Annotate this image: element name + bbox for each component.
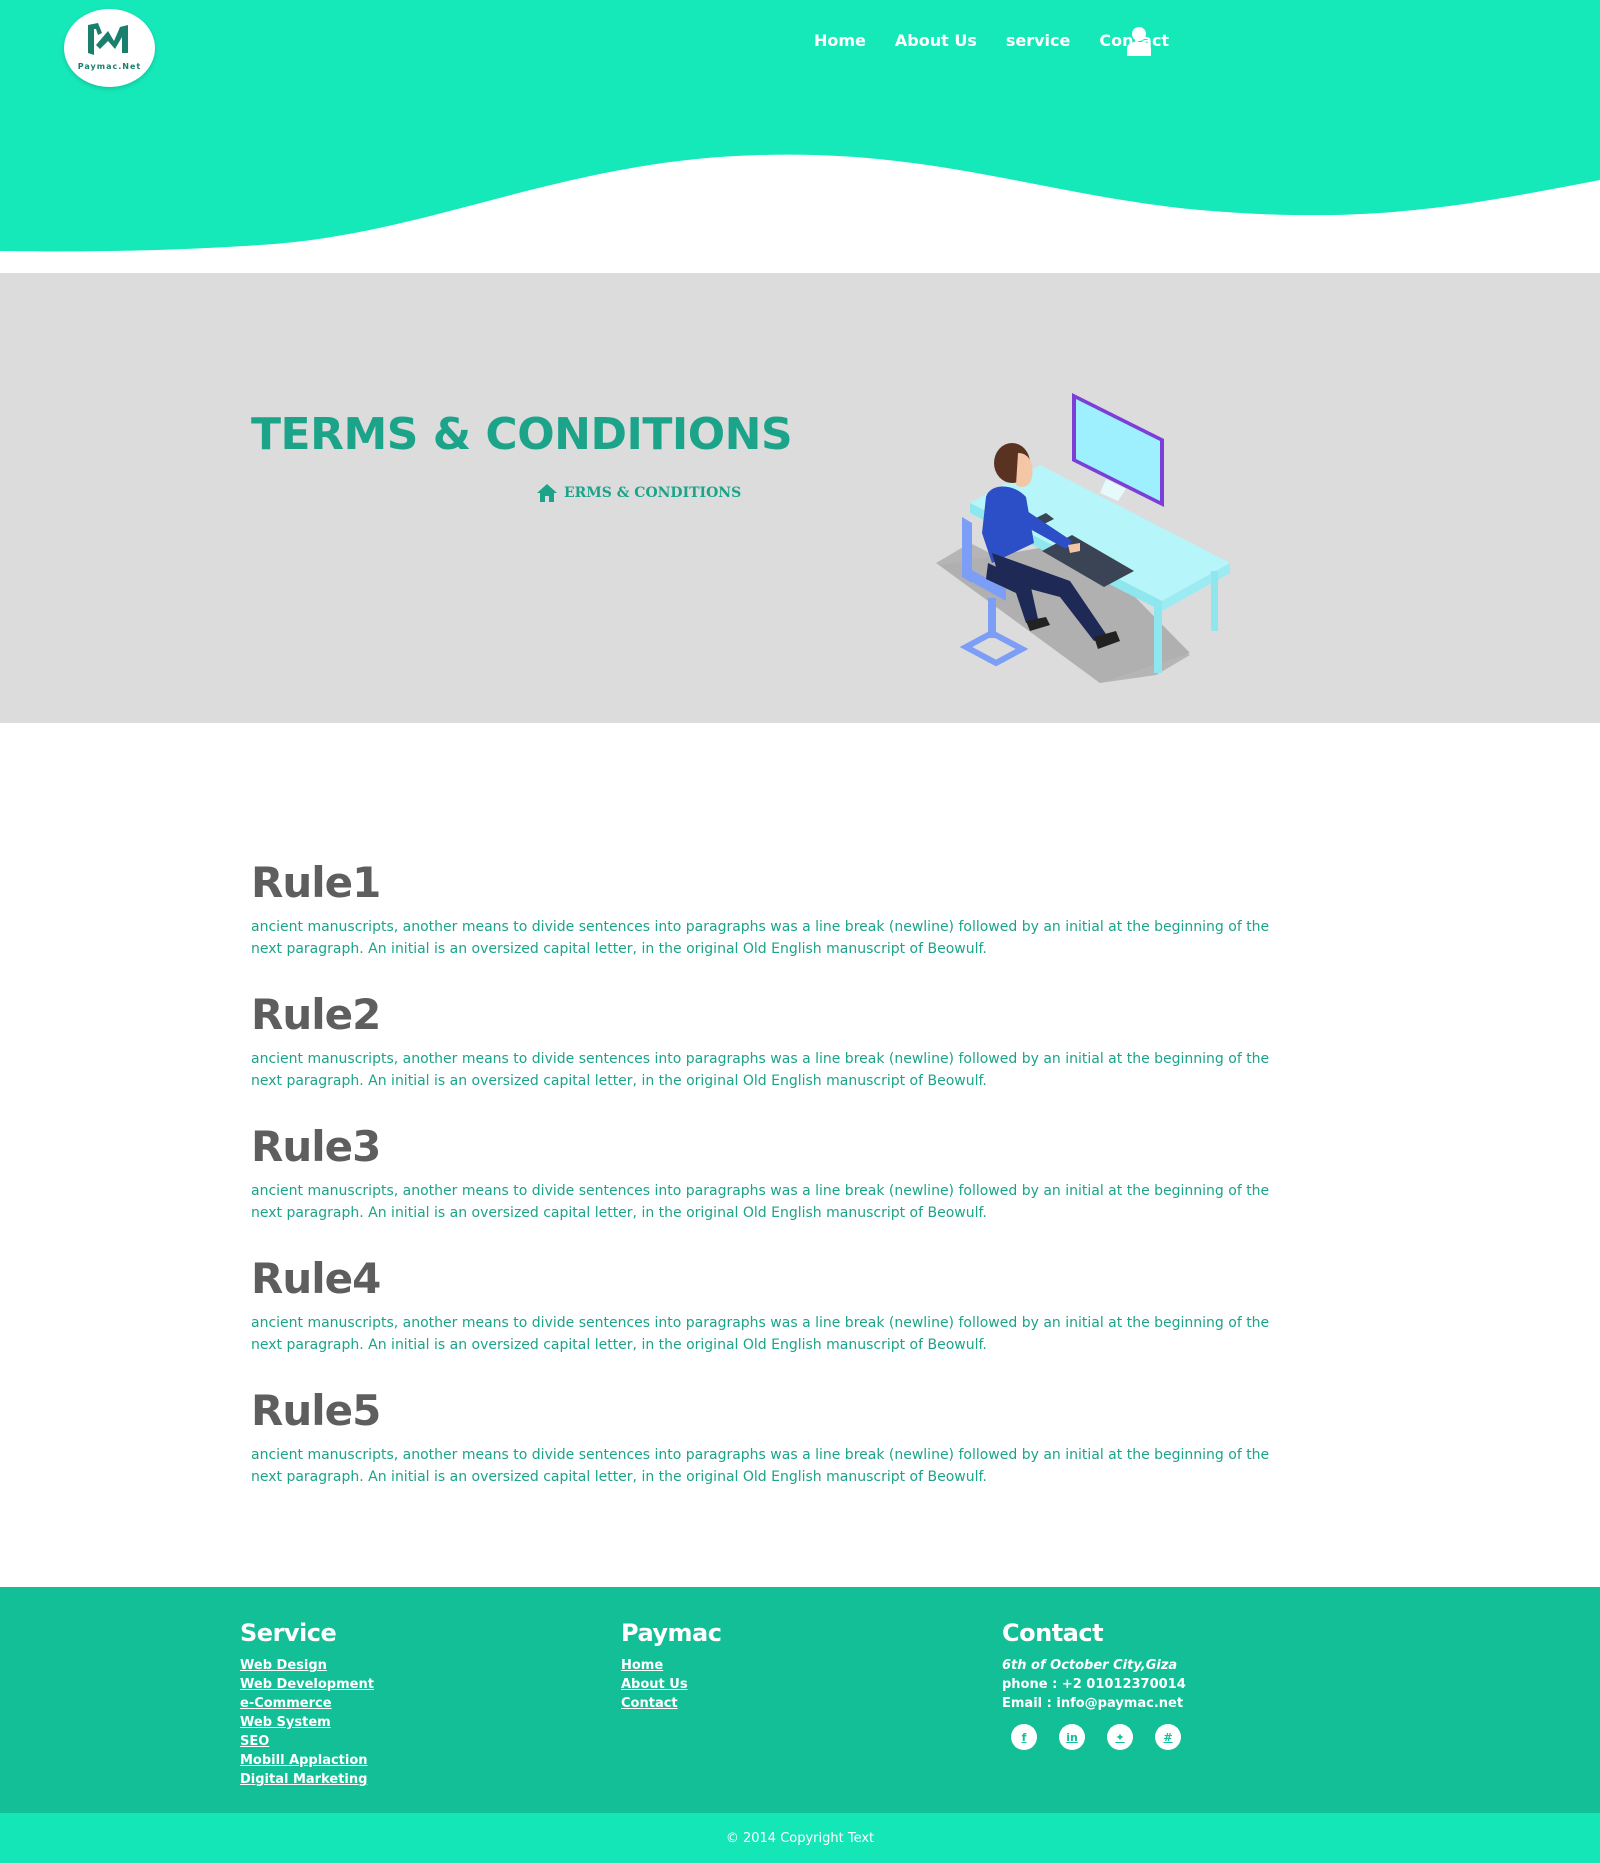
nav-about-us[interactable]: About Us — [895, 31, 977, 50]
rule-title: Rule5 — [251, 1386, 381, 1435]
home-icon[interactable] — [536, 483, 558, 503]
page-banner: TERMS & CONDITIONS ERMS & CONDITIONS — [0, 273, 1600, 723]
footer-link-seo[interactable]: SEO — [240, 1732, 374, 1751]
rule-title: Rule4 — [251, 1254, 381, 1303]
copyright-bar: © 2014 Copyright Text — [0, 1813, 1600, 1863]
rule-text: ancient manuscripts, another means to di… — [251, 1051, 1270, 1089]
facebook-icon[interactable]: f — [1011, 1724, 1037, 1750]
page-title: TERMS & CONDITIONS — [251, 409, 793, 460]
rule-text: ancient manuscripts, another means to di… — [251, 1447, 1270, 1485]
linkedin-icon[interactable]: in — [1059, 1724, 1085, 1750]
logo-text: Paymac.Net — [77, 62, 142, 71]
nav-service[interactable]: service — [1006, 31, 1071, 50]
footer-paymac-title: Paymac — [621, 1619, 722, 1647]
rule-item: Rule5 ancient manuscripts, another means… — [251, 1386, 1311, 1518]
contact-phone: phone : +2 01012370014 — [1002, 1677, 1186, 1692]
paymac-logo[interactable]: Paymac.Net — [64, 9, 155, 87]
rule-item: Rule4 ancient manuscripts, another means… — [251, 1254, 1311, 1386]
contact-address: 6th of October City,Giza — [1002, 1658, 1178, 1673]
footer-paymac-column: Paymac Home About Us Contact — [621, 1619, 722, 1713]
footer-link-web-system[interactable]: Web System — [240, 1713, 374, 1732]
nav-home[interactable]: Home — [814, 31, 866, 50]
footer-link-web-design[interactable]: Web Design — [240, 1656, 374, 1675]
site-header: Paymac.Net Home About Us service Contact — [0, 0, 1600, 275]
footer-link-home[interactable]: Home — [621, 1656, 721, 1675]
breadcrumb-current: ERMS & CONDITIONS — [564, 485, 742, 501]
footer-link-mobile-application[interactable]: Mobill Applaction — [240, 1751, 374, 1770]
rule-text: ancient manuscripts, another means to di… — [251, 1183, 1270, 1221]
copyright-text: © 2014 Copyright Text — [725, 1830, 875, 1846]
social-links: f in ✦ # — [1011, 1724, 1203, 1750]
rule-text: ancient manuscripts, another means to di… — [251, 919, 1270, 957]
rule-item: Rule1 ancient manuscripts, another means… — [251, 858, 1311, 990]
person-at-desk-illustration — [936, 393, 1230, 683]
footer-link-e-commerce[interactable]: e-Commerce — [240, 1694, 374, 1713]
user-icon[interactable] — [1127, 26, 1151, 56]
footer-link-about-us[interactable]: About Us — [621, 1675, 721, 1694]
rule-item: Rule3 ancient manuscripts, another means… — [251, 1122, 1311, 1254]
footer-link-digital-marketing[interactable]: Digital Marketing — [240, 1770, 374, 1789]
paymac-logo-mark — [88, 23, 128, 55]
contact-email: Email : info@paymac.net — [1002, 1696, 1184, 1711]
site-footer: Service Web Design Web Development e-Com… — [0, 1587, 1600, 1813]
rule-text: ancient manuscripts, another means to di… — [251, 1315, 1270, 1353]
footer-contact-title: Contact — [1002, 1619, 1104, 1647]
rule-title: Rule3 — [251, 1122, 381, 1171]
rules-list: Rule1 ancient manuscripts, another means… — [251, 858, 1311, 1518]
rule-title: Rule1 — [251, 858, 381, 907]
footer-service-column: Service Web Design Web Development e-Com… — [240, 1619, 374, 1789]
footer-contact-column: Contact 6th of October City,Giza phone :… — [1002, 1619, 1203, 1750]
slack-icon[interactable]: # — [1155, 1724, 1181, 1750]
footer-link-contact[interactable]: Contact — [621, 1694, 721, 1713]
twitter-icon[interactable]: ✦ — [1107, 1724, 1133, 1750]
rule-title: Rule2 — [251, 990, 381, 1039]
footer-service-title: Service — [240, 1619, 337, 1647]
footer-link-web-development[interactable]: Web Development — [240, 1675, 374, 1694]
breadcrumb: ERMS & CONDITIONS — [536, 483, 741, 503]
rule-item: Rule2 ancient manuscripts, another means… — [251, 990, 1311, 1122]
